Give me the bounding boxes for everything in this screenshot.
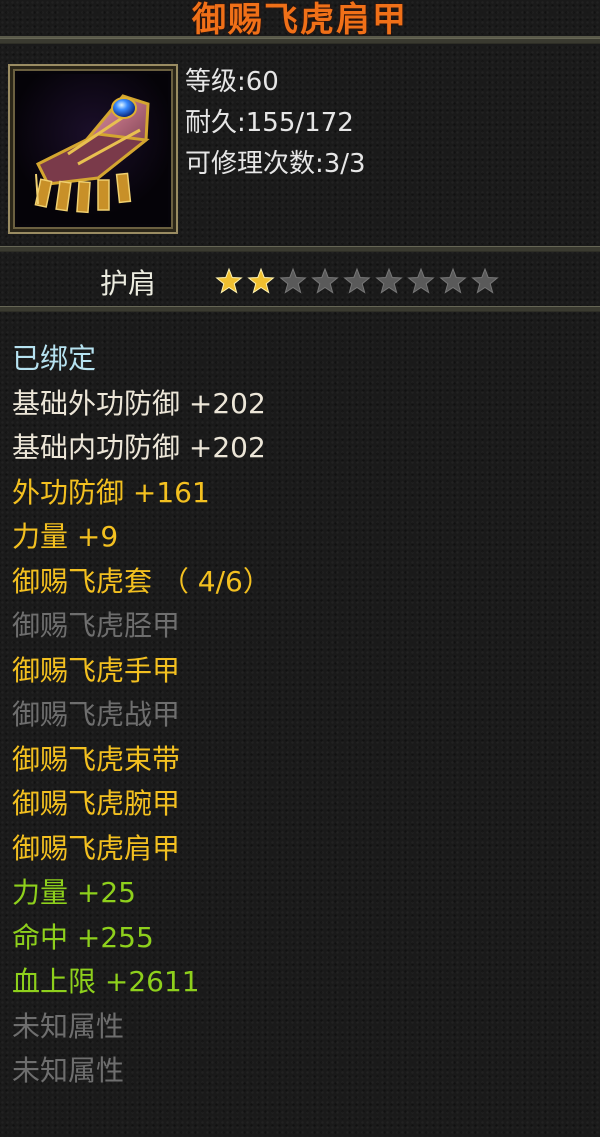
set-item: 御赐飞虎肩甲 bbox=[12, 831, 181, 865]
attribute-list: 已绑定 基础外功防御 +202 基础内功防御 +202 外功防御 +161 力量… bbox=[12, 337, 592, 1094]
set-name: 御赐飞虎套 （ 4/6） bbox=[12, 564, 271, 598]
set-item: 御赐飞虎胫甲 bbox=[12, 609, 181, 642]
set-bonus-hp: 血上限 +2611 bbox=[12, 965, 200, 998]
unknown-attribute: 未知属性 bbox=[12, 1009, 125, 1043]
star-empty-icon bbox=[375, 267, 403, 294]
unknown-attribute: 未知属性 bbox=[12, 1054, 125, 1087]
enhance-stars bbox=[214, 266, 500, 300]
star-filled-icon bbox=[247, 267, 275, 294]
set-item: 御赐飞虎手甲 bbox=[12, 653, 181, 687]
item-icon-frame[interactable] bbox=[8, 64, 178, 234]
external-defense: 外功防御 +161 bbox=[12, 475, 210, 509]
item-tooltip: 御赐飞虎肩甲 等级:60 耐久:155/172 可修理次数:3/3 护肩 已绑定… bbox=[0, 0, 600, 1137]
item-stats: 等级:60 耐久:155/172 可修理次数:3/3 bbox=[185, 62, 366, 185]
star-empty-icon bbox=[311, 267, 339, 294]
divider bbox=[0, 246, 600, 252]
star-empty-icon bbox=[439, 267, 467, 294]
star-empty-icon bbox=[279, 267, 307, 294]
title-bar: 御赐飞虎肩甲 bbox=[0, 0, 600, 40]
item-level: 等级:60 bbox=[185, 67, 279, 97]
base-internal-defense: 基础内功防御 +202 bbox=[12, 431, 266, 464]
item-slot: 护肩 bbox=[100, 267, 157, 300]
item-repair-count: 可修理次数:3/3 bbox=[185, 149, 366, 179]
divider bbox=[0, 306, 600, 312]
bound-status: 已绑定 bbox=[12, 342, 97, 375]
set-item: 御赐飞虎束带 bbox=[12, 742, 181, 776]
star-empty-icon bbox=[471, 267, 499, 294]
set-bonus-hit: 命中 +255 bbox=[12, 920, 154, 954]
item-durability: 耐久:155/172 bbox=[185, 108, 354, 138]
strength-bonus: 力量 +9 bbox=[12, 520, 119, 553]
set-bonus-strength: 力量 +25 bbox=[12, 876, 136, 909]
base-external-defense: 基础外功防御 +202 bbox=[12, 386, 266, 420]
set-item: 御赐飞虎腕甲 bbox=[12, 787, 181, 820]
shoulder-armor-icon bbox=[18, 74, 168, 224]
star-empty-icon bbox=[407, 267, 435, 294]
divider bbox=[0, 38, 600, 44]
item-title: 御赐飞虎肩甲 bbox=[192, 0, 408, 40]
set-item: 御赐飞虎战甲 bbox=[12, 698, 181, 731]
star-empty-icon bbox=[343, 267, 371, 294]
star-filled-icon bbox=[215, 267, 243, 294]
